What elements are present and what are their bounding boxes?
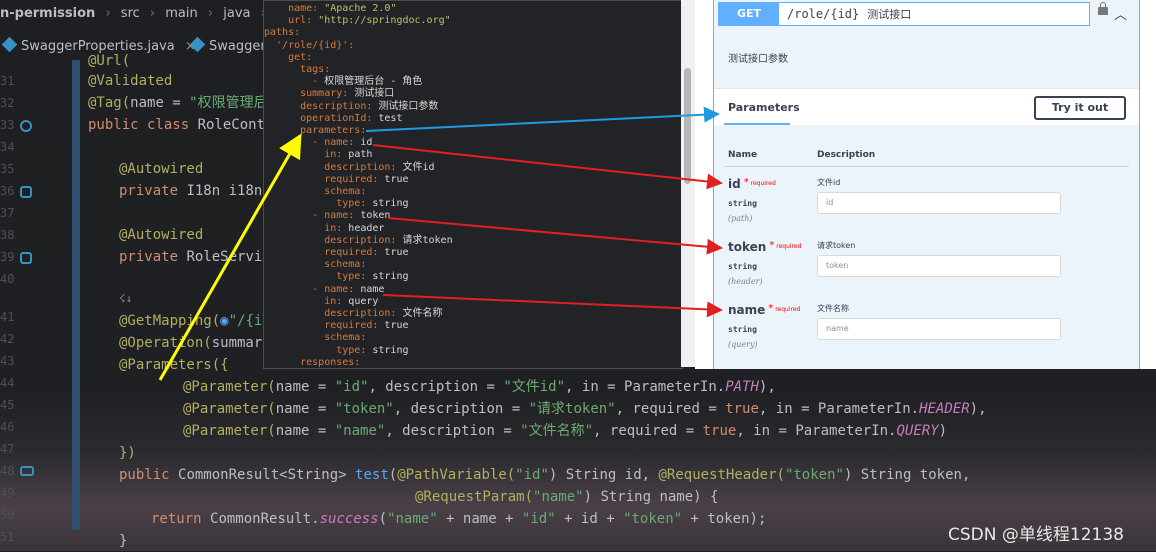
red-arrow-token — [387, 217, 723, 255]
csdn-watermark: CSDN @单线程12138 — [948, 525, 1124, 545]
annotation-arrows — [158, 106, 723, 381]
red-arrow-name — [382, 294, 723, 318]
yellow-arrow — [158, 133, 302, 381]
red-arrow-id — [372, 144, 723, 190]
blue-arrow — [365, 106, 720, 132]
